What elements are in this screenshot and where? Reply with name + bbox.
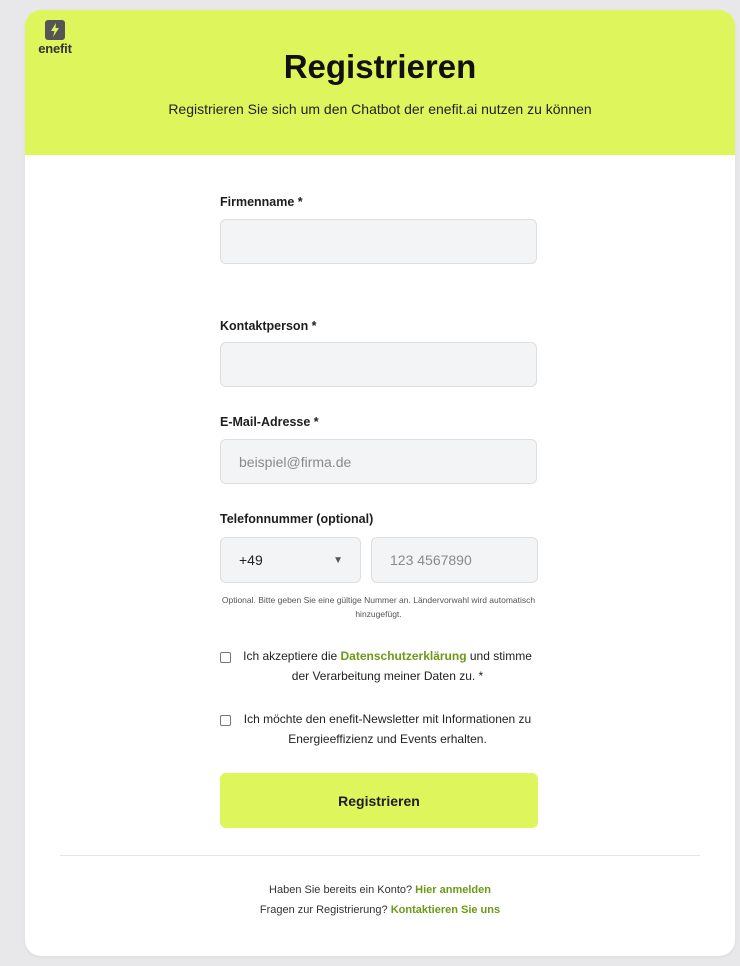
company-name-input[interactable] <box>220 219 537 264</box>
header-banner: enefit Registrieren Registrieren Sie sic… <box>25 10 735 155</box>
page-subtitle: Registrieren Sie sich um den Chatbot der… <box>168 101 592 117</box>
caret-down-icon: ▼ <box>333 554 343 566</box>
contact-prompt-line: Fragen zur Registrierung? Kontaktieren S… <box>25 904 735 916</box>
privacy-consent-text: Ich akzeptiere die Datenschutzerklärung … <box>238 646 537 686</box>
contact-person-input[interactable] <box>220 342 537 387</box>
register-button[interactable]: Registrieren <box>220 773 538 828</box>
privacy-consent-checkbox[interactable] <box>220 652 231 663</box>
privacy-policy-link[interactable]: Datenschutzerklärung <box>341 649 467 663</box>
country-code-value: +49 <box>239 552 263 568</box>
email-input[interactable] <box>220 439 537 484</box>
divider <box>60 855 700 856</box>
contact-link[interactable]: Kontaktieren Sie uns <box>391 904 500 916</box>
login-link[interactable]: Hier anmelden <box>415 884 491 896</box>
email-label: E-Mail-Adresse * <box>220 415 319 429</box>
registration-card: enefit Registrieren Registrieren Sie sic… <box>25 10 735 956</box>
lightning-bolt-icon <box>45 20 65 40</box>
login-prompt-text: Haben Sie bereits ein Konto? <box>269 884 416 896</box>
login-prompt-line: Haben Sie bereits ein Konto? Hier anmeld… <box>25 884 735 896</box>
newsletter-consent-text: Ich möchte den enefit-Newsletter mit Inf… <box>243 712 532 746</box>
page-title: Registrieren <box>283 48 477 85</box>
company-name-label: Firmenname * <box>220 195 303 209</box>
phone-label: Telefonnummer (optional) <box>220 512 374 526</box>
contact-prompt-text: Fragen zur Registrierung? <box>259 904 391 916</box>
country-code-select[interactable]: +49 ▼ <box>220 537 361 583</box>
newsletter-consent-checkbox[interactable] <box>220 715 231 726</box>
privacy-text-before: Ich akzeptiere die <box>243 649 341 663</box>
contact-person-label: Kontaktperson * <box>220 319 317 333</box>
phone-hint: Optional. Bitte geben Sie eine gültige N… <box>221 595 536 619</box>
phone-input[interactable] <box>371 537 538 583</box>
